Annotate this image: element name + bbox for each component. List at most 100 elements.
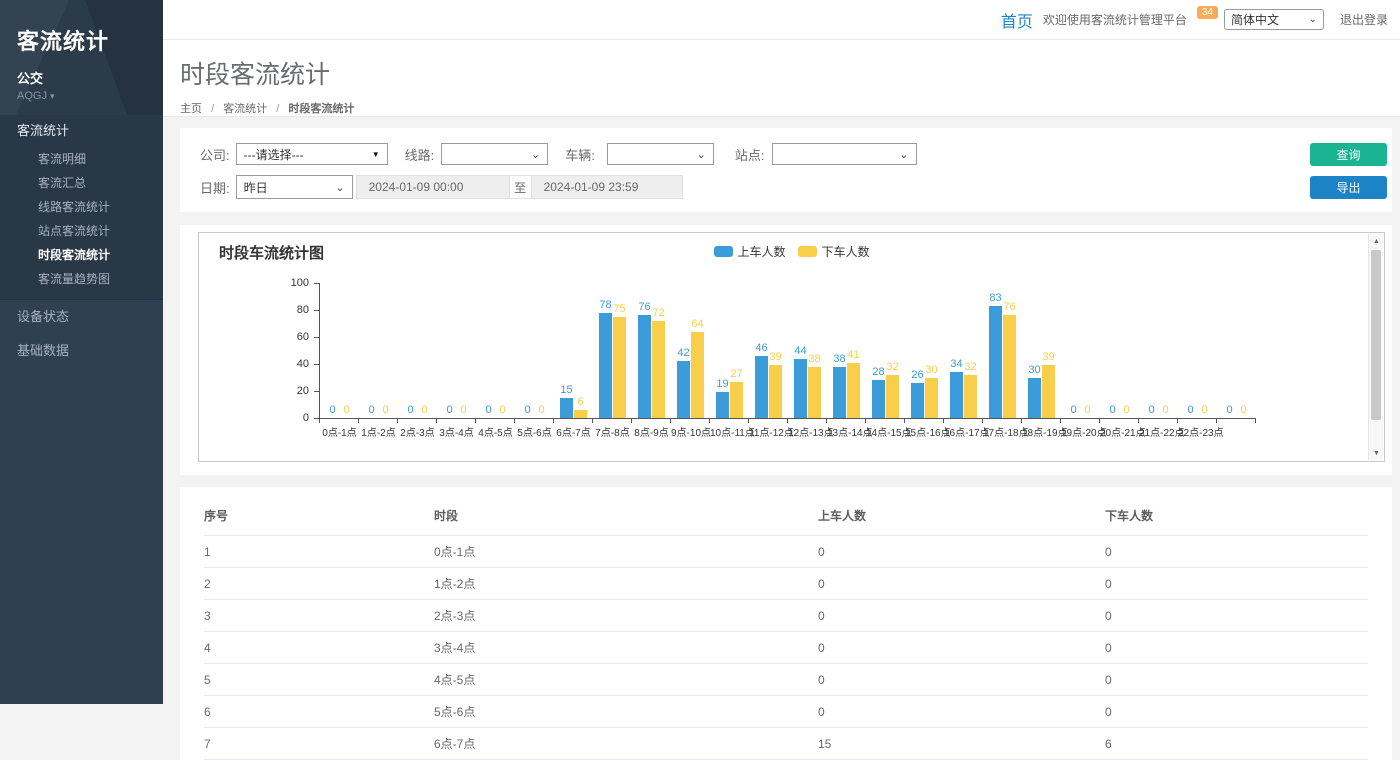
bar-下车人数[interactable]: 39 — [1042, 365, 1055, 418]
x-axis-label: 7点-8点 — [593, 424, 632, 439]
line-select[interactable]: ⌄ — [441, 143, 548, 165]
language-select-value: 简体中文 — [1231, 11, 1279, 28]
bar-上车人数[interactable]: 30 — [1028, 378, 1041, 419]
bar-下车人数[interactable]: 27 — [730, 382, 743, 418]
chart-scrollbar[interactable]: ▲ ▼ — [1368, 234, 1383, 460]
x-axis-label: 9点-10点 — [671, 424, 710, 439]
bar-value-label: 0 — [524, 404, 530, 416]
bar-group: 7672 — [632, 283, 671, 418]
bar-value-label: 38 — [833, 353, 845, 365]
x-axis-label: 20点-21点 — [1100, 424, 1139, 439]
bar-下车人数[interactable]: 32 — [886, 375, 899, 418]
date-to-input[interactable]: 2024-01-09 23:59 — [531, 175, 683, 199]
bar-group: 156 — [554, 283, 593, 418]
bar-value-label: 0 — [1109, 404, 1115, 416]
station-select[interactable]: ⌄ — [772, 143, 917, 165]
sidebar-item[interactable]: 设备状态 — [0, 300, 163, 334]
bar-value-label: 0 — [329, 404, 335, 416]
breadcrumb-passenger-stats[interactable]: 客流统计 — [223, 103, 267, 115]
x-axis-tick — [709, 419, 710, 423]
sidebar-subitem[interactable]: 站点客流统计 — [0, 219, 163, 243]
x-axis-label: 22点-23点 — [1178, 424, 1217, 439]
breadcrumb: 主页 / 客流统计 / 时段客流统计 — [180, 100, 1400, 116]
bar-value-label: 30 — [925, 364, 937, 376]
x-axis-label: 5点-6点 — [515, 424, 554, 439]
bar-下车人数[interactable]: 41 — [847, 363, 860, 418]
col-header-period: 时段 — [434, 499, 818, 536]
bar-下车人数[interactable]: 76 — [1003, 315, 1016, 418]
bar-value-label: 0 — [1226, 404, 1232, 416]
bar-下车人数[interactable]: 30 — [925, 378, 938, 419]
table-cell: 4 — [204, 632, 434, 664]
table-cell: 6点-7点 — [434, 728, 818, 760]
x-axis-label: 2点-3点 — [398, 424, 437, 439]
bar-上车人数[interactable]: 19 — [716, 392, 729, 418]
bar-group: 00 — [1100, 283, 1139, 418]
x-axis-label: 16点-17点 — [944, 424, 983, 439]
scroll-down-arrow-icon[interactable]: ▼ — [1369, 446, 1384, 460]
bar-上车人数[interactable]: 15 — [560, 398, 573, 418]
home-link[interactable]: 首页 — [1001, 8, 1033, 32]
vehicle-select[interactable]: ⌄ — [607, 143, 714, 165]
language-select[interactable]: 简体中文 ⌄ — [1224, 9, 1324, 30]
x-axis-tick — [865, 419, 866, 423]
bar-上车人数[interactable]: 26 — [911, 383, 924, 418]
bar-下车人数[interactable]: 32 — [964, 375, 977, 418]
bar-上车人数[interactable]: 78 — [599, 313, 612, 418]
bar-下车人数[interactable]: 75 — [613, 317, 626, 418]
sidebar-subitem[interactable]: 客流明细 — [0, 147, 163, 171]
bar-上车人数[interactable]: 42 — [677, 361, 690, 418]
y-axis-tick — [314, 364, 319, 365]
logout-link[interactable]: 退出登录 — [1340, 11, 1388, 28]
bar-上车人数[interactable]: 38 — [833, 367, 846, 418]
breadcrumb-home[interactable]: 主页 — [180, 103, 202, 115]
bar-value-label: 44 — [794, 345, 806, 357]
x-axis-label: 11点-12点 — [749, 424, 788, 439]
bar-上车人数[interactable]: 76 — [638, 315, 651, 418]
table-cell: 0点-1点 — [434, 536, 818, 568]
sidebar-item-passenger-stats[interactable]: 客流统计 — [0, 115, 163, 147]
table-cell: 5 — [204, 664, 434, 696]
table-cell: 2点-3点 — [434, 600, 818, 632]
chart-legend: 上车人数 下车人数 — [713, 243, 869, 260]
sidebar-subitem[interactable]: 时段客流统计 — [0, 243, 163, 267]
bar-下车人数[interactable]: 39 — [769, 365, 782, 418]
x-axis-tick — [670, 419, 671, 423]
sidebar-item[interactable]: 基础数据 — [0, 334, 163, 368]
y-axis-tick — [314, 391, 319, 392]
sidebar-subitem[interactable]: 线路客流统计 — [0, 195, 163, 219]
legend-item-boarding[interactable]: 上车人数 — [713, 243, 785, 260]
bar-value-label: 0 — [538, 404, 544, 416]
bar-上车人数[interactable]: 34 — [950, 372, 963, 418]
bar-下车人数[interactable]: 64 — [691, 332, 704, 418]
bar-group: 3039 — [1022, 283, 1061, 418]
x-axis-label: 19点-20点 — [1061, 424, 1100, 439]
chart-title: 时段车流统计图 — [219, 242, 324, 263]
bar-上车人数[interactable]: 83 — [989, 306, 1002, 418]
bar-上车人数[interactable]: 44 — [794, 359, 807, 418]
sidebar-subitem[interactable]: 客流量趋势图 — [0, 267, 163, 291]
x-axis-tick — [514, 419, 515, 423]
bar-group: 00 — [1061, 283, 1100, 418]
bar-上车人数[interactable]: 28 — [872, 380, 885, 418]
notification-badge[interactable]: 34 — [1197, 6, 1218, 19]
date-from-input[interactable]: 2024-01-09 00:00 — [356, 175, 510, 199]
scroll-up-arrow-icon[interactable]: ▲ — [1369, 234, 1384, 248]
bar-上车人数[interactable]: 46 — [755, 356, 768, 418]
scrollbar-thumb[interactable] — [1371, 250, 1381, 420]
account-menu[interactable]: AQGJ▾ — [17, 90, 163, 102]
sidebar-subitem[interactable]: 客流汇总 — [0, 171, 163, 195]
bar-下车人数[interactable]: 6 — [574, 410, 587, 418]
bar-下车人数[interactable]: 72 — [652, 321, 665, 418]
bar-下车人数[interactable]: 38 — [808, 367, 821, 418]
x-axis-labels: 0点-1点1点-2点2点-3点3点-4点4点-5点5点-6点6点-7点7点-8点… — [320, 424, 1256, 439]
legend-item-alighting[interactable]: 下车人数 — [798, 243, 870, 260]
bar-group: 2630 — [905, 283, 944, 418]
x-axis-tick — [982, 419, 983, 423]
query-button[interactable]: 查询 — [1310, 143, 1387, 166]
x-axis-tick — [1138, 419, 1139, 423]
export-button[interactable]: 导出 — [1310, 176, 1387, 199]
date-preset-select[interactable]: 昨日 ⌄ — [236, 175, 353, 199]
x-axis-tick — [592, 419, 593, 423]
company-select[interactable]: ---请选择--- ▼ — [236, 143, 388, 165]
